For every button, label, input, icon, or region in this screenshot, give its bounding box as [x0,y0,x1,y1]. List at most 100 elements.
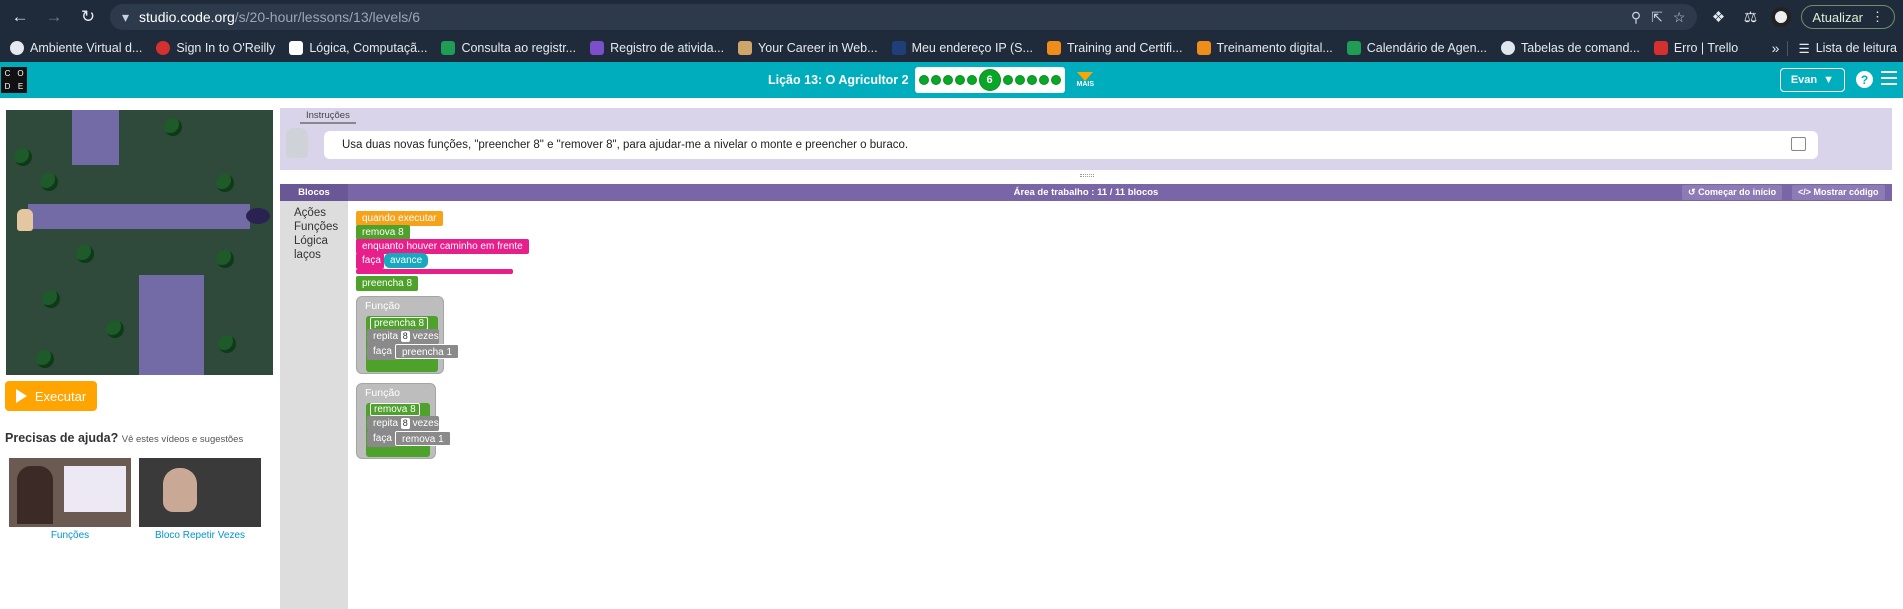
instructions-tab[interactable]: Instruções [300,110,356,124]
bookmark-9[interactable]: Calendário de Agen... [1343,41,1497,55]
fill-8-call-block[interactable]: preencha 8 [356,276,419,291]
address-bar[interactable]: ▾ studio.code.org/s/20-hour/lessons/13/l… [110,4,1698,30]
bookmark-2[interactable]: Lógica, Computaçã... [285,41,437,55]
level-dot-10[interactable] [1038,75,1049,85]
toolbox-category-logic[interactable]: Lógica [294,235,328,247]
repeat-count-field[interactable]: 8 [400,331,410,342]
bookmarks-more-icon[interactable]: » [1764,40,1788,56]
bookmark-7-label: Training and Certifi... [1066,41,1183,55]
help-subtitle: Vê estes vídeos e sugestões [121,434,244,445]
repeat-count-field[interactable]: 8 [400,418,410,429]
zoom-icon[interactable]: ⚲ [1631,9,1641,26]
video-thumbnail-image [163,468,197,512]
hamburger-menu-icon[interactable] [1881,71,1897,85]
show-code-button[interactable]: </> Mostrar código [1792,185,1885,200]
function-name-text: remova 8 [370,403,420,416]
function-name-field[interactable]: preencha 8 [370,317,429,330]
reset-icon: ↺ [1688,187,1696,197]
tree-icon [76,245,94,263]
function-name-field[interactable]: remova 8 [370,403,420,416]
video-thumbnail-functions[interactable] [9,458,131,527]
blocks-tab: Blocos [280,184,348,201]
bookmark-7[interactable]: Training and Certifi... [1043,41,1193,55]
labs-icon[interactable]: ⚖ [1739,6,1761,28]
level-dot-11[interactable] [1050,75,1061,85]
level-dot-3[interactable] [942,75,953,85]
reset-button[interactable]: ↺ Começar do início [1682,185,1783,200]
update-button[interactable]: Atualizar ⋮ [1801,5,1895,29]
bookmark-6[interactable]: Meu endereço IP (S... [888,41,1043,55]
farmer-character [17,209,33,231]
remove-8-call-block[interactable]: remova 8 [356,225,410,240]
left-panel: Executar Precisas de ajuda? Vê estes víd… [0,98,280,609]
bookmark-8[interactable]: Treinamento digital... [1193,41,1343,55]
bookmark-10-label: Tabelas de comand... [1521,41,1640,55]
bookmark-1[interactable]: Sign In to O'Reilly [152,41,285,55]
video-thumbnail-image [64,466,126,512]
bookmark-1-label: Sign In to O'Reilly [176,41,276,55]
reading-list-label: Lista de leitura [1815,41,1897,55]
site-info-icon[interactable]: ▾ [122,9,129,26]
profile-avatar[interactable] [1771,7,1792,27]
remove-1-block[interactable]: remova 1 [395,431,451,446]
toolbox-category-actions[interactable]: Ações [294,207,326,219]
resize-grip-icon[interactable] [1080,174,1094,177]
function-definition-fill-8[interactable]: Função preencha 8 repita 8 vezes faça pr… [356,296,460,374]
fill-1-block[interactable]: preencha 1 [395,344,460,359]
hole-icon [246,208,270,224]
path-tile [139,275,204,375]
bookmark-4[interactable]: Registro de ativida... [586,41,734,55]
function-definition-remove-8[interactable]: Função remova 8 repita 8 vezes faça remo… [356,383,451,459]
while-footer [356,269,513,274]
level-dot-7[interactable] [1002,75,1013,85]
when-run-block[interactable]: quando executar [356,211,443,226]
user-menu-button[interactable]: Evan ▼ [1779,68,1845,92]
video-caption-functions[interactable]: Funções [9,530,131,541]
repeat-label: repita [373,418,399,429]
bookmark-8-label: Treinamento digital... [1216,41,1333,55]
lesson-title[interactable]: Lição 13: O Agricultor 2 [768,73,909,87]
reload-icon[interactable]: ↻ [76,5,100,29]
play-icon [15,389,27,403]
level-dot-current[interactable]: 6 [978,69,1001,91]
level-dot-5[interactable] [966,75,977,85]
video-thumbnail-repeat[interactable] [139,458,261,527]
farmer-avatar [286,128,308,158]
bookmark-0[interactable]: Ambiente Virtual d... [6,41,152,55]
level-dot-9[interactable] [1026,75,1037,85]
extensions-icon[interactable]: ❖ [1707,6,1729,28]
share-icon[interactable]: ⇱ [1651,9,1663,26]
repeat-block[interactable]: repita 8 vezes [367,329,439,344]
while-block[interactable]: enquanto houver caminho em frente faça a… [356,239,529,274]
help-icon[interactable]: ? [1856,71,1873,88]
forward-icon[interactable]: → [42,5,66,29]
block-canvas[interactable]: quando executar remova 8 enquanto houver… [348,201,1892,609]
url-text[interactable]: studio.code.org/s/20-hour/lessons/13/lev… [139,9,1621,25]
move-forward-block[interactable]: avance [384,253,429,268]
bookmark-11[interactable]: Erro | Trello [1650,41,1748,55]
instructions-panel: Usa duas novas funções, "preencher 8" e … [280,124,1892,170]
repeat-block[interactable]: repita 8 vezes [367,416,439,431]
bookmark-10[interactable]: Tabelas de comand... [1497,41,1650,55]
run-button[interactable]: Executar [5,381,97,411]
level-dot-8[interactable] [1014,75,1025,85]
bookmark-4-icon [590,41,605,55]
code-org-logo[interactable]: CODE [1,67,27,93]
back-icon[interactable]: ← [8,5,32,29]
update-label: Atualizar [1812,9,1863,25]
level-dot-1[interactable] [918,75,929,85]
more-levels-button[interactable]: MAIS [1077,72,1094,88]
bookmark-5[interactable]: Your Career in Web... [734,41,888,55]
immersive-reader-icon[interactable] [1791,137,1806,151]
star-icon[interactable]: ☆ [1673,9,1686,26]
reading-list-button[interactable]: ☰ Lista de leitura [1787,40,1897,56]
bookmark-0-label: Ambiente Virtual d... [30,41,143,55]
toolbox-category-loops[interactable]: laços [294,249,321,261]
bookmark-3[interactable]: Consulta ao registr... [437,41,586,55]
level-dot-2[interactable] [930,75,941,85]
toolbox-category-functions[interactable]: Funções [294,221,338,233]
workspace-title: Área de trabalho : 11 / 11 blocos [1013,187,1159,198]
level-dot-4[interactable] [954,75,965,85]
game-canvas [6,110,273,375]
video-caption-repeat[interactable]: Bloco Repetir Vezes [139,530,261,541]
